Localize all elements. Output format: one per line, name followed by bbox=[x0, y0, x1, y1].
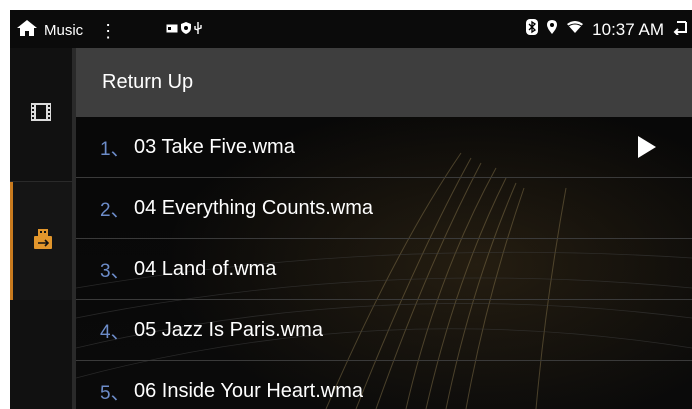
shield-icon bbox=[181, 21, 191, 39]
track-name: 04 Land of.wma bbox=[134, 257, 277, 280]
app-title: Music bbox=[44, 22, 84, 39]
track-name: 04 Everything Counts.wma bbox=[134, 196, 374, 219]
status-bar-right: 10:37 AM bbox=[526, 19, 688, 40]
list-item[interactable]: 2、 04 Everything Counts.wma bbox=[76, 178, 692, 239]
video-icon bbox=[30, 101, 52, 128]
sidebar bbox=[10, 48, 72, 409]
play-icon bbox=[638, 136, 656, 158]
track-number: 4、 bbox=[100, 321, 130, 343]
bluetooth-icon bbox=[526, 19, 539, 40]
screen: Music ⋮ 10:37 AM Return Up 1、 03 Take Fi… bbox=[10, 10, 692, 409]
sidebar-item-video[interactable] bbox=[10, 48, 72, 181]
track-number: 3、 bbox=[100, 260, 130, 282]
track-name: 06 Inside Your Heart.wma bbox=[134, 379, 364, 402]
track-number: 5、 bbox=[100, 382, 130, 404]
image-icon bbox=[166, 21, 178, 39]
track-number: 1、 bbox=[100, 138, 130, 160]
list-item[interactable]: 3、 04 Land of.wma bbox=[76, 239, 692, 300]
notification-icons bbox=[166, 21, 202, 39]
usb-status-icon bbox=[194, 21, 202, 39]
list-item[interactable]: 1、 03 Take Five.wma bbox=[76, 117, 692, 178]
usb-icon bbox=[32, 228, 54, 255]
status-bar-left: Music ⋮ bbox=[16, 19, 117, 42]
track-number: 2、 bbox=[100, 199, 130, 221]
home-icon[interactable] bbox=[16, 19, 38, 42]
more-vert-icon[interactable]: ⋮ bbox=[99, 22, 117, 40]
return-up-label: Return Up bbox=[102, 71, 194, 93]
list-item[interactable]: 4、 05 Jazz Is Paris.wma bbox=[76, 300, 692, 361]
track-list: 1、 03 Take Five.wma 2、 04 Everything Cou… bbox=[76, 117, 692, 409]
location-icon bbox=[546, 19, 558, 40]
file-list-panel: Return Up 1、 03 Take Five.wma 2、 04 Ever… bbox=[76, 48, 692, 409]
list-item[interactable]: 5、 06 Inside Your Heart.wma bbox=[76, 361, 692, 409]
sidebar-item-usb[interactable] bbox=[10, 182, 72, 300]
back-icon[interactable] bbox=[672, 19, 688, 40]
return-up-button[interactable]: Return Up bbox=[76, 48, 692, 117]
track-name: 05 Jazz Is Paris.wma bbox=[134, 318, 323, 341]
wifi-icon bbox=[566, 20, 584, 39]
clock: 10:37 AM bbox=[592, 19, 664, 39]
status-bar: Music ⋮ 10:37 AM bbox=[10, 10, 692, 48]
track-name: 03 Take Five.wma bbox=[134, 135, 295, 158]
